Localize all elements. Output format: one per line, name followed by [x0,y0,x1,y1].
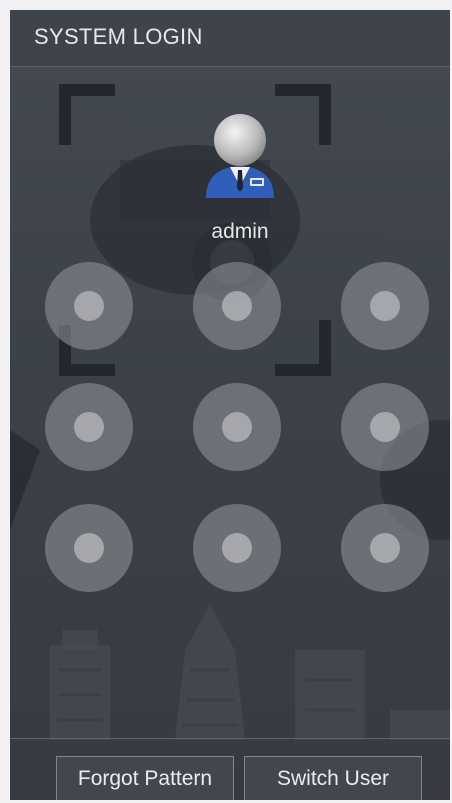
pattern-dot-center [222,533,252,563]
pattern-dot-2[interactable] [193,262,281,350]
username-label: admin [211,220,269,243]
pattern-dot-center [370,533,400,563]
page-title: SYSTEM LOGIN [34,24,203,49]
pattern-dot-center [370,412,400,442]
divider [10,738,450,739]
pattern-dot-6[interactable] [341,383,429,471]
title-bar: SYSTEM LOGIN [10,10,450,67]
pattern-dot-4[interactable] [45,383,133,471]
pattern-dot-center [74,412,104,442]
pattern-dot-7[interactable] [45,504,133,592]
pattern-dot-5[interactable] [193,383,281,471]
pattern-dot-center [370,291,400,321]
pattern-dot-center [74,291,104,321]
switch-user-button[interactable]: Switch User [244,756,422,800]
pattern-dot-center [222,291,252,321]
user-avatar-icon [206,114,274,198]
pattern-dot-center [74,533,104,563]
login-window: SYSTEM LOGIN admin Forgot Pattern Switch… [0,0,452,803]
pattern-dot-3[interactable] [341,262,429,350]
pattern-dot-center [222,412,252,442]
login-panel: SYSTEM LOGIN admin Forgot Pattern Switch… [10,10,450,800]
pattern-dot-9[interactable] [341,504,429,592]
pattern-dot-1[interactable] [45,262,133,350]
pattern-dot-8[interactable] [193,504,281,592]
forgot-pattern-button[interactable]: Forgot Pattern [56,756,234,800]
